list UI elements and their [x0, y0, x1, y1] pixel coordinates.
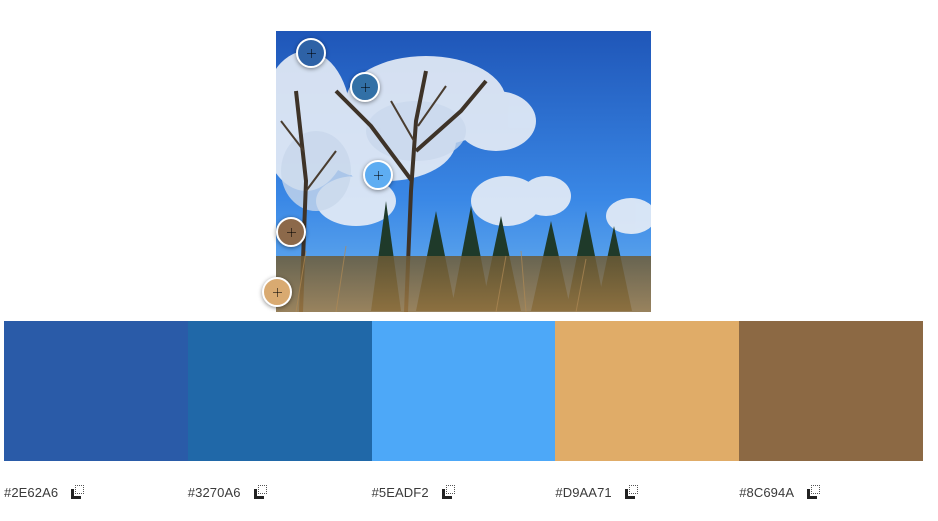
swatch-3[interactable] — [371, 321, 556, 461]
copy-icon[interactable] — [806, 484, 822, 500]
crosshair-icon — [286, 227, 296, 237]
hex-code-row: #2E62A6 #3270A6 #5EADF2 #D9AA71 #8C694A — [4, 482, 923, 502]
hex-item-1: #2E62A6 — [4, 482, 188, 502]
source-photo — [276, 31, 651, 312]
hex-item-3: #5EADF2 — [372, 482, 556, 502]
hex-item-5: #8C694A — [739, 482, 923, 502]
hex-label: #3270A6 — [187, 484, 241, 500]
swatch-1[interactable] — [4, 321, 188, 461]
color-picker-handle-2[interactable] — [350, 72, 380, 102]
color-picker-handle-1[interactable] — [296, 38, 326, 68]
winter-tree-photo — [276, 31, 651, 312]
color-picker-handle-3[interactable] — [363, 160, 393, 190]
color-picker-handle-4[interactable] — [276, 217, 306, 247]
crosshair-icon — [306, 48, 316, 58]
hex-item-4: #D9AA71 — [555, 482, 739, 502]
color-picker-handle-5[interactable] — [262, 277, 292, 307]
hex-item-2: #3270A6 — [188, 482, 372, 502]
color-palette — [4, 321, 923, 461]
copy-icon[interactable] — [441, 484, 457, 500]
crosshair-icon — [373, 170, 383, 180]
copy-icon[interactable] — [624, 484, 640, 500]
hex-label: #2E62A6 — [4, 484, 59, 500]
crosshair-icon — [272, 287, 282, 297]
hex-label: #D9AA71 — [555, 484, 612, 500]
hex-label: #5EADF2 — [371, 484, 429, 500]
copy-icon[interactable] — [70, 484, 86, 500]
hex-label: #8C694A — [739, 484, 795, 500]
swatch-5[interactable] — [739, 321, 923, 461]
swatch-4[interactable] — [555, 321, 740, 461]
swatch-2[interactable] — [187, 321, 372, 461]
crosshair-icon — [360, 82, 370, 92]
copy-icon[interactable] — [253, 484, 269, 500]
